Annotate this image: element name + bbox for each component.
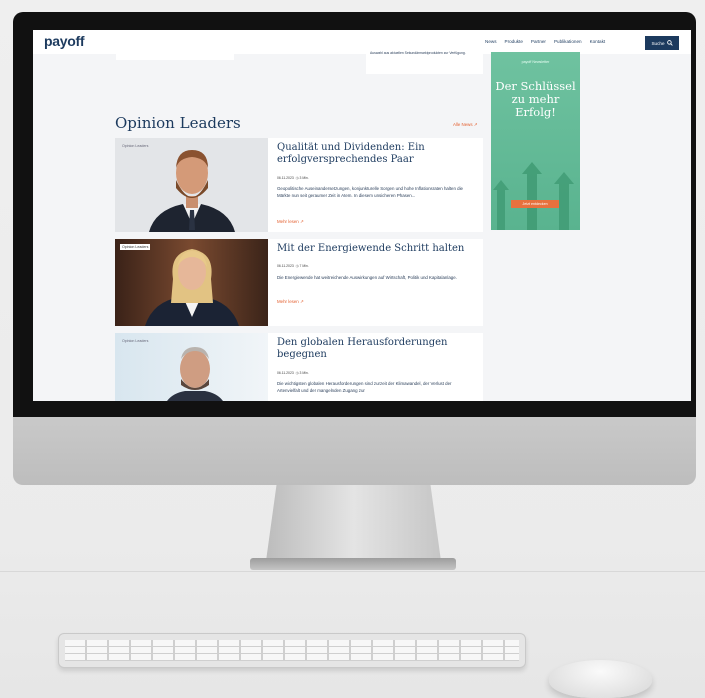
nav-item-produkte[interactable]: Produkte bbox=[505, 39, 523, 44]
ad-headline: Der Schlüssel zu mehr Erfolg! bbox=[495, 79, 576, 119]
ad-brand: payoff Newsletter bbox=[521, 60, 550, 64]
arrow-up-right-icon: ↗ bbox=[473, 122, 478, 127]
article-date: 06.11.2023 bbox=[277, 264, 294, 268]
arrow-up-right-icon: ↗ bbox=[299, 299, 304, 304]
mouse bbox=[549, 660, 652, 698]
article-excerpt: Die wichtigsten globalen Herausforderung… bbox=[277, 381, 452, 393]
portrait-image bbox=[149, 150, 235, 232]
article-title[interactable]: Mit der Energiewende Schritt halten bbox=[277, 243, 477, 255]
article-read-time: 3 Min. bbox=[299, 371, 309, 375]
nav-item-kontakt[interactable]: Kontakt bbox=[590, 39, 606, 44]
all-news-label: Alle News bbox=[453, 122, 473, 127]
portrait-image bbox=[145, 249, 239, 326]
article-title[interactable]: Qualität und Dividenden: Ein erfolgversp… bbox=[277, 142, 477, 166]
nav-item-publikationen[interactable]: Publikationen bbox=[554, 39, 582, 44]
product-card-text: Auswahl aus aktuellen Sekundärmarktprodu… bbox=[366, 49, 483, 74]
article-photo: Opinion Leaders bbox=[115, 333, 268, 401]
article-card[interactable]: Opinion Leaders Qualität und Dividenden:… bbox=[115, 138, 483, 232]
all-news-link[interactable]: Alle News ↗ bbox=[453, 122, 477, 128]
monitor-chin bbox=[13, 417, 696, 485]
ad-banner[interactable]: payoff Newsletter Der Schlüssel zu mehr … bbox=[491, 52, 580, 230]
article-read-time: 3 Min. bbox=[299, 176, 309, 180]
keyboard-keys bbox=[65, 640, 519, 661]
article-date: 06.11.2023 bbox=[277, 371, 294, 375]
keyboard bbox=[58, 633, 526, 668]
article-photo: Opinion Leaders bbox=[115, 138, 268, 232]
monitor-stand-neck bbox=[266, 485, 441, 561]
site-header: payoff News Produkte Partner Publikation… bbox=[33, 30, 691, 54]
article-card[interactable]: Opinion Leaders Mit der Energiewende Sch… bbox=[115, 239, 483, 326]
article-excerpt: Geopolitische Auseinandersetzungen, konj… bbox=[277, 186, 464, 198]
nav-item-news[interactable]: News bbox=[485, 39, 497, 44]
desk-horizon bbox=[0, 571, 705, 572]
search-button[interactable]: Suche bbox=[645, 36, 679, 50]
article-meta: 06.11.2023 ◷ 7 Min. bbox=[277, 264, 309, 268]
read-more-link[interactable]: Mehr lesen ↗ bbox=[277, 299, 304, 305]
magnifier-icon bbox=[666, 40, 673, 46]
nav-item-partner[interactable]: Partner bbox=[531, 39, 546, 44]
article-meta: 06.11.2023 ◷ 3 Min. bbox=[277, 371, 309, 375]
article-date: 06.11.2023 bbox=[277, 176, 294, 180]
article-category-badge: Opinion Leaders bbox=[122, 339, 149, 343]
article-category-badge: Opinion Leaders bbox=[122, 144, 149, 148]
screen: payoff News Produkte Partner Publikation… bbox=[33, 30, 691, 401]
article-excerpt: Die Energiewende hat weitreichende Auswi… bbox=[277, 275, 457, 280]
product-card-fragment bbox=[116, 54, 234, 60]
article-category-badge: Opinion Leaders bbox=[120, 244, 151, 250]
monitor-stand-foot bbox=[250, 558, 456, 570]
search-button-label: Suche bbox=[651, 40, 665, 46]
clock-icon: ◷ bbox=[295, 371, 299, 375]
main-nav: News Produkte Partner Publikationen Kont… bbox=[485, 39, 605, 44]
read-more-label: Mehr lesen bbox=[277, 219, 299, 224]
section-title: Opinion Leaders bbox=[115, 114, 241, 132]
ad-cta-button[interactable]: Jetzt entdecken bbox=[511, 200, 559, 208]
growth-arrows-graphic bbox=[493, 162, 574, 230]
read-more-link[interactable]: Mehr lesen ↗ bbox=[277, 219, 304, 225]
article-meta: 06.11.2023 ◷ 3 Min. bbox=[277, 176, 309, 180]
arrow-up-right-icon: ↗ bbox=[299, 219, 304, 224]
read-more-label: Mehr lesen bbox=[277, 299, 299, 304]
clock-icon: ◷ bbox=[295, 176, 299, 180]
article-title[interactable]: Den globalen Herausforderungen begegnen bbox=[277, 337, 477, 361]
site-logo[interactable]: payoff bbox=[44, 33, 85, 49]
clock-icon: ◷ bbox=[295, 264, 299, 268]
article-photo: Opinion Leaders bbox=[115, 239, 268, 326]
article-card[interactable]: Opinion Leaders Den globalen Herausforde… bbox=[115, 333, 483, 401]
article-read-time: 7 Min. bbox=[299, 264, 309, 268]
